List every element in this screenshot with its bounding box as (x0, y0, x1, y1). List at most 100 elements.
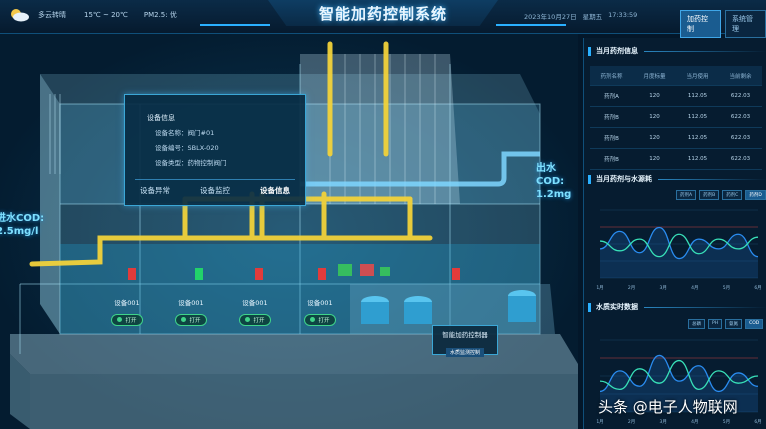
section-title: 水质实时数据 (596, 303, 638, 311)
table-cell: 药剂B (604, 136, 619, 142)
cod-out-title: 出水COD: (536, 163, 565, 187)
device-open-button[interactable]: 打开 (111, 313, 143, 326)
device-open-label: 打开 (253, 317, 265, 324)
power-icon (310, 317, 316, 322)
top-tabs: 加药控制 系统管理 (680, 10, 766, 38)
table-cell: 112.05 (687, 156, 708, 162)
watermark: 头条 @电子人物联网 (598, 398, 738, 416)
table-cell: 622.03 (730, 114, 751, 120)
device-type-row: 设备类型：药物控制阀门 (155, 159, 227, 167)
legend-item[interactable]: 药剂D (745, 190, 766, 200)
section-marker (588, 302, 591, 312)
section-line (658, 178, 766, 180)
tab-dosing-control[interactable]: 加药控制 (680, 10, 721, 38)
x-tick-label: 6月 (754, 419, 761, 425)
legend-item[interactable]: COD (745, 319, 764, 329)
device-open-button[interactable]: 打开 (239, 313, 271, 326)
column-header: 当月使用 (686, 73, 709, 80)
right-panel: 当月药剂信息 药剂名称 月度标量 当月使用 当前剩余 药剂A 120 112.0… (583, 38, 766, 429)
cod-in-label: 进水COD: 2.5mg/l (0, 212, 44, 238)
device-name: 设备001 (307, 299, 333, 307)
x-tick-label: 5月 (723, 285, 730, 291)
tab-device-monitor[interactable]: 设备监控 (200, 185, 230, 196)
device-card: 设备001 打开 (297, 297, 343, 326)
section-title: 当月药剂与水源耗 (596, 175, 652, 183)
weekday: 星期五 (582, 13, 603, 21)
section-title: 当月药剂信息 (596, 47, 638, 55)
divider (135, 179, 295, 180)
time: 17:33:59 (608, 11, 638, 19)
section-line (644, 50, 766, 52)
legend-item[interactable]: PH (708, 319, 723, 329)
plant-scene: 设备信息 设备名称：阀门#01 设备编号：SBLX-020 设备类型：药物控制阀… (0, 34, 578, 429)
x-tick-label: 3月 (660, 419, 667, 425)
smart-dosing-controller[interactable]: 智能加药控制器 水质监测控制 (432, 325, 498, 357)
info-tabs: 设备异常 设备监控 设备信息 (125, 185, 305, 196)
section-line (644, 306, 766, 308)
table-row: 药剂B 120 112.05 622.03 (590, 128, 762, 149)
section-header: 水质实时数据 (584, 300, 766, 314)
x-tick-label: 2月 (628, 285, 635, 291)
x-tick-label: 2月 (628, 419, 635, 425)
water-monitor-button[interactable]: 水质监测控制 (445, 348, 484, 357)
date: 2023年10月27日 (524, 13, 577, 21)
legend-item[interactable]: 药剂A (676, 190, 697, 200)
device-card: 设备001 打开 (104, 297, 150, 326)
legend-item[interactable]: 氨氮 (725, 319, 743, 329)
table-cell: 112.05 (687, 114, 708, 120)
table-row: 药剂B 120 112.05 622.03 (590, 107, 762, 128)
device-open-label: 打开 (189, 317, 201, 324)
top-bar: 多云转晴 15℃ ~ 20℃ PM2.5: 优 智能加药控制系统 2023年10… (0, 0, 766, 38)
reagent-consumption-chart: 1月 2月 3月 4月 5月 6月 (596, 209, 762, 291)
x-tick-label: 1月 (596, 285, 603, 291)
table-cell: 120 (649, 156, 660, 162)
reagent-table: 药剂名称 月度标量 当月使用 当前剩余 药剂A 120 112.05 622.0… (590, 66, 762, 170)
table-cell: 622.03 (730, 156, 751, 162)
table-cell: 622.03 (730, 93, 751, 99)
table-cell: 120 (649, 114, 660, 120)
x-tick-label: 6月 (754, 285, 761, 291)
tab-system-management[interactable]: 系统管理 (725, 10, 766, 38)
cod-out-label: 出水COD: 1.2mg (536, 162, 578, 201)
device-info-panel: 设备信息 设备名称：阀门#01 设备编号：SBLX-020 设备类型：药物控制阀… (124, 94, 306, 206)
tab-device-exception[interactable]: 设备异常 (140, 185, 170, 196)
pm-index: PM2.5: 优 (143, 11, 177, 19)
x-tick-label: 4月 (691, 285, 698, 291)
x-tick-label: 4月 (691, 419, 698, 425)
x-tick-label: 3月 (660, 285, 667, 291)
device-name: 设备001 (114, 299, 140, 307)
device-code-row: 设备编号：SBLX-020 (155, 144, 219, 152)
weather-text: 多云转晴 (38, 11, 66, 19)
temperature: 15℃ ~ 20℃ (84, 11, 128, 19)
partly-cloudy-icon (8, 8, 30, 22)
device-name: 设备001 (242, 299, 268, 307)
device-card: 设备001 打开 (168, 297, 214, 326)
legend-item[interactable]: 总磷 (688, 319, 705, 329)
title-plate: 智能加药控制系统 (268, 0, 498, 26)
cod-in-title: 进水COD: (0, 213, 45, 224)
title-line-right (496, 24, 566, 26)
device-open-label: 打开 (318, 317, 330, 324)
table-cell: 622.03 (730, 135, 751, 141)
datetime: 2023年10月27日 星期五 17:33:59 (524, 11, 637, 21)
chart-legend: 药剂A 药剂B 药剂C 药剂D (676, 190, 766, 200)
legend-item[interactable]: 药剂B (699, 190, 720, 200)
column-header: 月度标量 (643, 73, 666, 80)
cod-in-value: 2.5mg/l (0, 226, 39, 237)
table-cell: 112.05 (687, 135, 708, 141)
cod-out-value: 1.2mg (536, 189, 572, 200)
column-header: 当前剩余 (729, 73, 752, 80)
legend-item[interactable]: 药剂C (722, 190, 743, 200)
power-icon (181, 317, 187, 322)
tab-device-info[interactable]: 设备信息 (260, 185, 290, 196)
page-title: 智能加药控制系统 (318, 4, 447, 23)
device-card: 设备001 打开 (232, 297, 278, 326)
table-row: 药剂B 120 112.05 622.03 (590, 149, 762, 170)
device-name-row: 设备名称：阀门#01 (155, 129, 215, 137)
smart-controller-title: 智能加药控制器 (442, 331, 488, 339)
device-open-button[interactable]: 打开 (175, 313, 207, 326)
device-open-button[interactable]: 打开 (304, 313, 336, 326)
power-icon (245, 317, 251, 322)
x-tick-label: 1月 (596, 419, 603, 425)
section-marker (588, 174, 591, 184)
